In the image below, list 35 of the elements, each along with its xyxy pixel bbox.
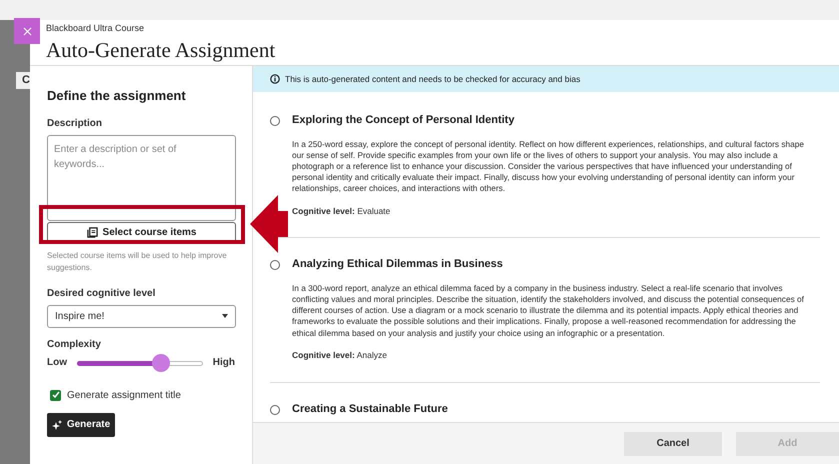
generate-button[interactable]: Generate [47, 412, 115, 436]
callout-arrow [250, 195, 288, 253]
radio-button[interactable] [270, 116, 280, 126]
slider-min-label: Low [47, 356, 67, 370]
info-icon [270, 74, 280, 84]
dialog-title: Auto-Generate Assignment [46, 36, 276, 64]
suggestion-title: Creating a Sustainable Future [292, 402, 449, 417]
slider-thumb[interactable] [152, 354, 170, 372]
checkbox[interactable] [50, 390, 61, 400]
field-label: Desired cognitive level [47, 286, 156, 300]
notice-text: This is auto-generated content and needs to be checked for accuracy and bias [285, 72, 580, 86]
course-name: Blackboard Ultra Course [46, 22, 146, 35]
hint-text: Selected course items will be used to help improve suggestions. [47, 250, 228, 274]
close-button[interactable] [14, 18, 40, 44]
cancel-button[interactable]: Cancel [624, 432, 722, 456]
sparkle-icon [52, 420, 62, 430]
suggestion-description: In a 250-word essay, explore the concept of personal identity. Reflect on how different experiences, relationships, and cultural factors shape our sense of self. Provide specific examples from your own life or the lives of others to support your analysis. You may also include a photograph or a reference list to enhance your discussion. Consider the various perspectives that have influenced your understanding of personal identity and critically evaluate their impact. Finally, discuss how your evolving understanding of personal identity can inform your relationships, career choices, and interactions with others. [292, 138, 805, 195]
suggestion-description: In a 300-word report, analyze an ethical dilemma faced by a company in the business industry. Select a real-life scenario that involves conflicting values and moral principles. Describe the situation, identify the stakeholders involved, and discuss the potential consequences of different courses of action. Use a diagram or a mock scenario to illustrate the dilemma and its potential impacts. Apply ethical theories and frameworks to evaluate the possible solutions and their implications. Finally, propose a well-reasoned recommendation for addressing the ethical dilemma based on your analysis and justify your choice using an infographic or a presentation. [292, 282, 805, 339]
checkbox-label: Generate assignment title [67, 388, 181, 402]
description-field[interactable]: Enter a description or set of keywords... [47, 134, 236, 220]
caret-icon [222, 314, 228, 318]
field-label: Description [47, 116, 104, 130]
slider-max-label: High [212, 356, 235, 370]
documents-icon [86, 227, 98, 238]
cognitive-level-dropdown[interactable]: Inspire me! [47, 304, 236, 328]
suggestion-title: Exploring the Concept of Personal Identity [292, 113, 516, 128]
cognitive-level-text: Cognitive level: Evaluate [292, 204, 392, 218]
radio-button[interactable] [270, 404, 280, 415]
field-label: Complexity [47, 338, 102, 352]
cognitive-level-text: Cognitive level: Analyze [292, 348, 388, 362]
close-icon [22, 26, 32, 36]
suggestion-title: Analyzing Ethical Dilemmas in Business [292, 257, 504, 272]
section-heading: Define the assignment [47, 87, 187, 105]
radio-button[interactable] [270, 260, 280, 270]
complexity-slider[interactable] [77, 354, 203, 372]
